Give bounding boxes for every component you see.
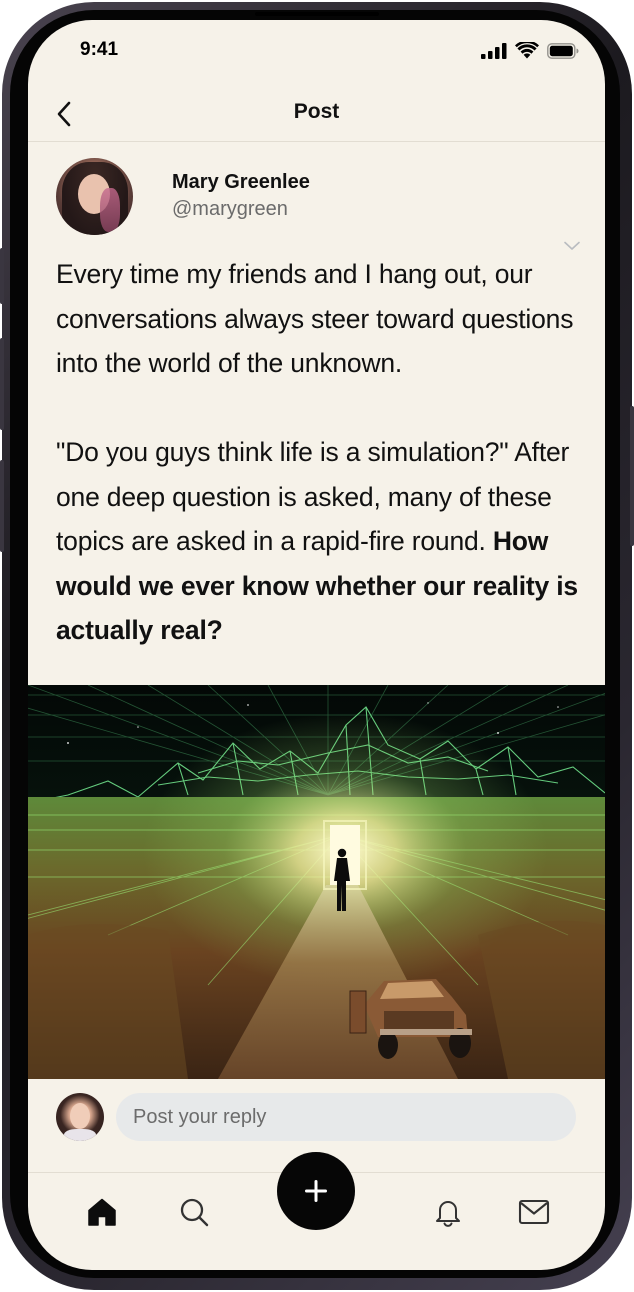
dynamic-island xyxy=(255,12,379,16)
simulation-illustration xyxy=(28,685,605,1079)
tab-notifications[interactable] xyxy=(428,1192,468,1232)
status-bar: 9:41 xyxy=(28,20,605,80)
signal-icon xyxy=(481,42,507,59)
avatar-hair-highlight xyxy=(100,188,120,232)
reply-input[interactable]: Post your reply xyxy=(116,1093,576,1141)
screen: 9:41 Post Mary Greenlee @marygreen Every… xyxy=(28,20,605,1270)
home-icon xyxy=(88,1198,116,1226)
chevron-down-icon xyxy=(564,241,580,250)
side-button xyxy=(0,338,4,430)
bell-icon xyxy=(436,1201,460,1227)
page-title: Post xyxy=(293,100,340,123)
avatar-shirt xyxy=(64,1129,96,1141)
status-icons xyxy=(481,42,579,59)
search-icon xyxy=(180,1198,209,1227)
mail-icon xyxy=(518,1199,550,1225)
current-user-avatar[interactable] xyxy=(56,1093,104,1141)
side-button xyxy=(0,248,4,304)
wifi-icon xyxy=(515,42,539,59)
tab-messages[interactable] xyxy=(514,1192,554,1232)
compose-button[interactable] xyxy=(277,1152,355,1230)
author-name[interactable]: Mary Greenlee xyxy=(172,171,310,194)
post-text-paragraph: "Do you guys think life is a simulation?… xyxy=(56,430,586,653)
plus-icon xyxy=(305,1180,327,1202)
side-button xyxy=(630,406,634,546)
author-handle[interactable]: @marygreen xyxy=(172,198,288,221)
tab-search[interactable] xyxy=(174,1192,214,1232)
post-image[interactable] xyxy=(28,685,605,1079)
author-avatar[interactable] xyxy=(56,158,133,235)
avatar-face xyxy=(70,1103,90,1129)
status-time: 9:41 xyxy=(80,39,119,60)
battery-icon xyxy=(547,42,579,59)
post-body: Every time my friends and I hang out, ou… xyxy=(56,252,586,653)
post-text-paragraph: Every time my friends and I hang out, ou… xyxy=(56,259,574,378)
tab-bar xyxy=(28,1152,605,1270)
side-button xyxy=(0,460,4,552)
tab-home[interactable] xyxy=(82,1192,122,1232)
nav-header: Post xyxy=(28,90,605,142)
post-author: Mary Greenlee @marygreen xyxy=(56,158,580,250)
